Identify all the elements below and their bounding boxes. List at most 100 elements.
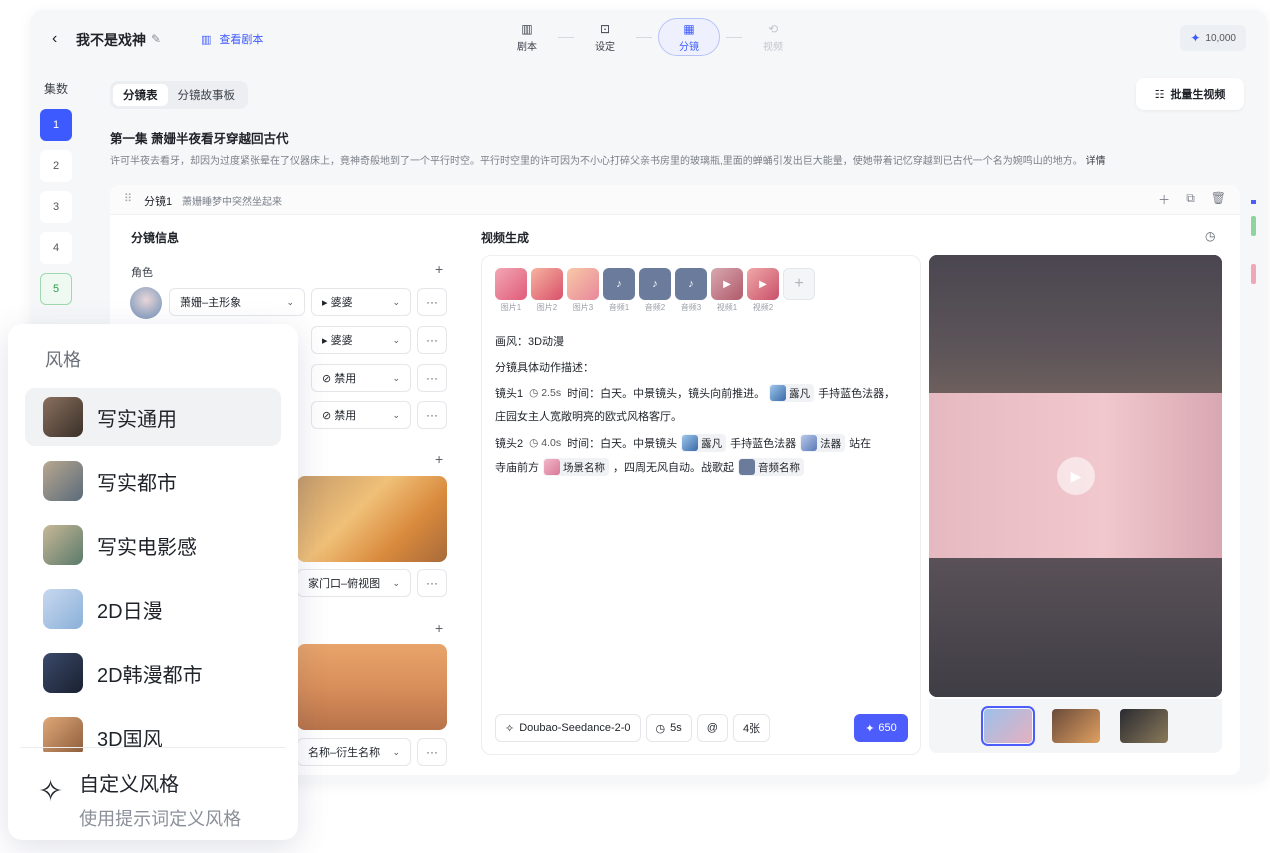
duration-value: 4.0s [541, 437, 562, 449]
episode-description: 许可半夜去看牙，却因为过度紧张晕在了仪器床上，竟神奇般地到了一个平行时空。平行时… [110, 152, 1230, 167]
asset-thumb[interactable]: 图片1 [495, 268, 527, 313]
more-icon[interactable]: ··· [417, 364, 447, 392]
shot-number: 分镜1 [144, 196, 173, 208]
sparkle-icon: ✦ [865, 722, 875, 735]
more-icon[interactable]: ··· [417, 569, 447, 597]
episode-item[interactable]: 1 [40, 109, 72, 141]
step-video[interactable]: ⟲ 视频 [748, 18, 798, 56]
shot1-line[interactable]: 镜头1 ◷ 2.5s 时间：白天。中景镜头，镜头向前推进。 露凡 手持蓝色法器， [495, 384, 895, 402]
asset-thumb[interactable]: ♪ 音频2 [639, 268, 671, 313]
back-icon[interactable]: ‹ [52, 30, 57, 48]
shot-text: ，四周无风自动。战歌起 [613, 462, 734, 474]
project-title: 我不是戏神 [76, 32, 146, 48]
scene-select[interactable]: 家门口–俯视图 ⌄ [297, 569, 411, 597]
video-frame-bottom [929, 558, 1222, 697]
details-link[interactable]: 详情 [1086, 156, 1106, 167]
play-icon[interactable]: ▶ [1057, 457, 1095, 495]
shot2-line2[interactable]: 寺庙前方 场景名称 ，四周无风自动。战歌起 音频名称 [495, 458, 808, 476]
count-select[interactable]: 4张 [732, 714, 771, 742]
history-icon[interactable]: ◷ [1205, 229, 1215, 243]
model-name: Doubao-Seedance-2-0 [519, 722, 631, 734]
voice-select[interactable]: ⊘ 禁用 ⌄ [311, 364, 411, 392]
style-option[interactable]: 2D韩漫都市 [25, 644, 281, 702]
delete-icon[interactable]: 🗑 [1211, 191, 1226, 208]
more-icon[interactable]: ··· [417, 738, 447, 766]
scene-select[interactable]: 名称–衍生名称 ⌄ [297, 738, 411, 766]
voice-select[interactable]: ▸ 婆婆 ⌄ [311, 326, 411, 354]
asset-thumb[interactable]: ▶ 视频2 [747, 268, 779, 313]
step-script[interactable]: ▥ 剧本 [502, 18, 552, 56]
style-option[interactable]: 3D国风 [25, 708, 281, 752]
mention-button[interactable]: @ [696, 714, 728, 742]
asset-thumb[interactable]: 图片2 [531, 268, 563, 313]
audio-icon: ♪ [639, 268, 671, 300]
duration-select[interactable]: ◷ 5s [645, 714, 692, 742]
shot2-line[interactable]: 镜头2 ◷ 4.0s 时间：白天。中景镜头 露凡 手持蓝色法器 法器 站在 [495, 434, 871, 452]
tab-shot-table[interactable]: 分镜表 [113, 84, 168, 106]
video-player[interactable]: ▶ [929, 255, 1222, 697]
episode-item[interactable]: 5 [40, 273, 72, 305]
generate-button[interactable]: ✦ 650 [854, 714, 908, 742]
role-name: 萧姗–主形象 [180, 297, 242, 309]
scene-image[interactable] [297, 476, 447, 562]
role-select[interactable]: 萧姗–主形象 ⌄ [169, 288, 305, 316]
style-option[interactable]: 2D日漫 [25, 580, 281, 638]
style-list: 写实通用 写实都市 写实电影感 2D日漫 2D韩漫都市 3D国风 [25, 388, 281, 752]
scroll-indicator [1251, 200, 1256, 284]
more-icon[interactable]: ··· [417, 401, 447, 429]
prop-ref[interactable]: 法器 [800, 434, 846, 452]
video-thumb[interactable] [1119, 709, 1168, 743]
copy-icon[interactable]: ⧉ [1186, 191, 1195, 208]
duration-label: 5s [670, 722, 682, 734]
add-scene-icon[interactable]: + [435, 620, 443, 636]
shot-label: 镜头2 [495, 438, 524, 450]
ref-name: 露凡 [701, 437, 723, 450]
image-thumb [495, 268, 527, 300]
voice-select[interactable]: ⊘ 禁用 ⌄ [311, 401, 411, 429]
video-thumb[interactable] [1051, 709, 1100, 743]
step-storyboard[interactable]: ▦ 分镜 [658, 18, 720, 56]
step-settings[interactable]: ⊡ 设定 [580, 18, 630, 56]
audio-ref[interactable]: 音频名称 [738, 458, 804, 476]
view-script-link[interactable]: ▥ 查看剧本 [201, 31, 263, 47]
scene-ref[interactable]: 场景名称 [543, 458, 609, 476]
episode-item[interactable]: 3 [40, 191, 72, 223]
asset-thumb[interactable]: ♪ 音频1 [603, 268, 635, 313]
style-label: 写实电影感 [97, 536, 197, 559]
custom-style-option[interactable]: ✧ 自定义风格 使用提示词定义风格 [38, 768, 241, 831]
episode-item[interactable]: 4 [40, 232, 72, 264]
asset-thumb[interactable]: ♪ 音频3 [675, 268, 707, 313]
voice-label: 禁用 [334, 373, 357, 385]
style-option[interactable]: 写实都市 [25, 452, 281, 510]
edit-icon[interactable]: ✎ [151, 32, 161, 46]
add-icon[interactable]: ＋ [1158, 191, 1170, 208]
add-role-icon[interactable]: + [435, 261, 443, 277]
add-scene-icon[interactable]: + [435, 451, 443, 467]
voice-select[interactable]: ▸ 婆婆 ⌄ [311, 288, 411, 316]
style-option[interactable]: 写实通用 [25, 388, 281, 446]
model-select[interactable]: ✧ Doubao-Seedance-2-0 [495, 714, 641, 742]
batch-generate-video-button[interactable]: ☷ 批量生视频 [1136, 78, 1244, 110]
scene-image[interactable] [297, 644, 447, 730]
more-icon[interactable]: ··· [417, 326, 447, 354]
style-option[interactable]: 写实电影感 [25, 516, 281, 574]
episode-item[interactable]: 2 [40, 150, 72, 182]
at-label: @ [706, 722, 718, 734]
asset-thumb[interactable]: ▶ 视频1 [711, 268, 743, 313]
drag-handle-icon[interactable]: ⠿ [124, 192, 133, 205]
credits-badge[interactable]: ✦ 10,000 [1180, 25, 1246, 51]
video-thumbnails [929, 699, 1222, 753]
tab-storyboard[interactable]: 分镜故事板 [168, 84, 246, 106]
add-asset-button[interactable]: + [783, 268, 815, 313]
video-thumb[interactable] [980, 706, 1035, 746]
thumb-label: 图片3 [572, 303, 594, 312]
more-icon[interactable]: ··· [417, 288, 447, 316]
sparkle-icon: ✦ [1190, 31, 1201, 45]
character-ref[interactable]: 露凡 [681, 434, 727, 452]
scene-name: 名称–衍生名称 [308, 747, 381, 759]
sparkle-icon: ✧ [38, 775, 64, 808]
storyboard-icon: ▦ [683, 21, 695, 36]
asset-thumb[interactable]: 图片3 [567, 268, 599, 313]
character-ref[interactable]: 露凡 [769, 384, 815, 402]
chevron-down-icon: ⌄ [392, 409, 400, 420]
